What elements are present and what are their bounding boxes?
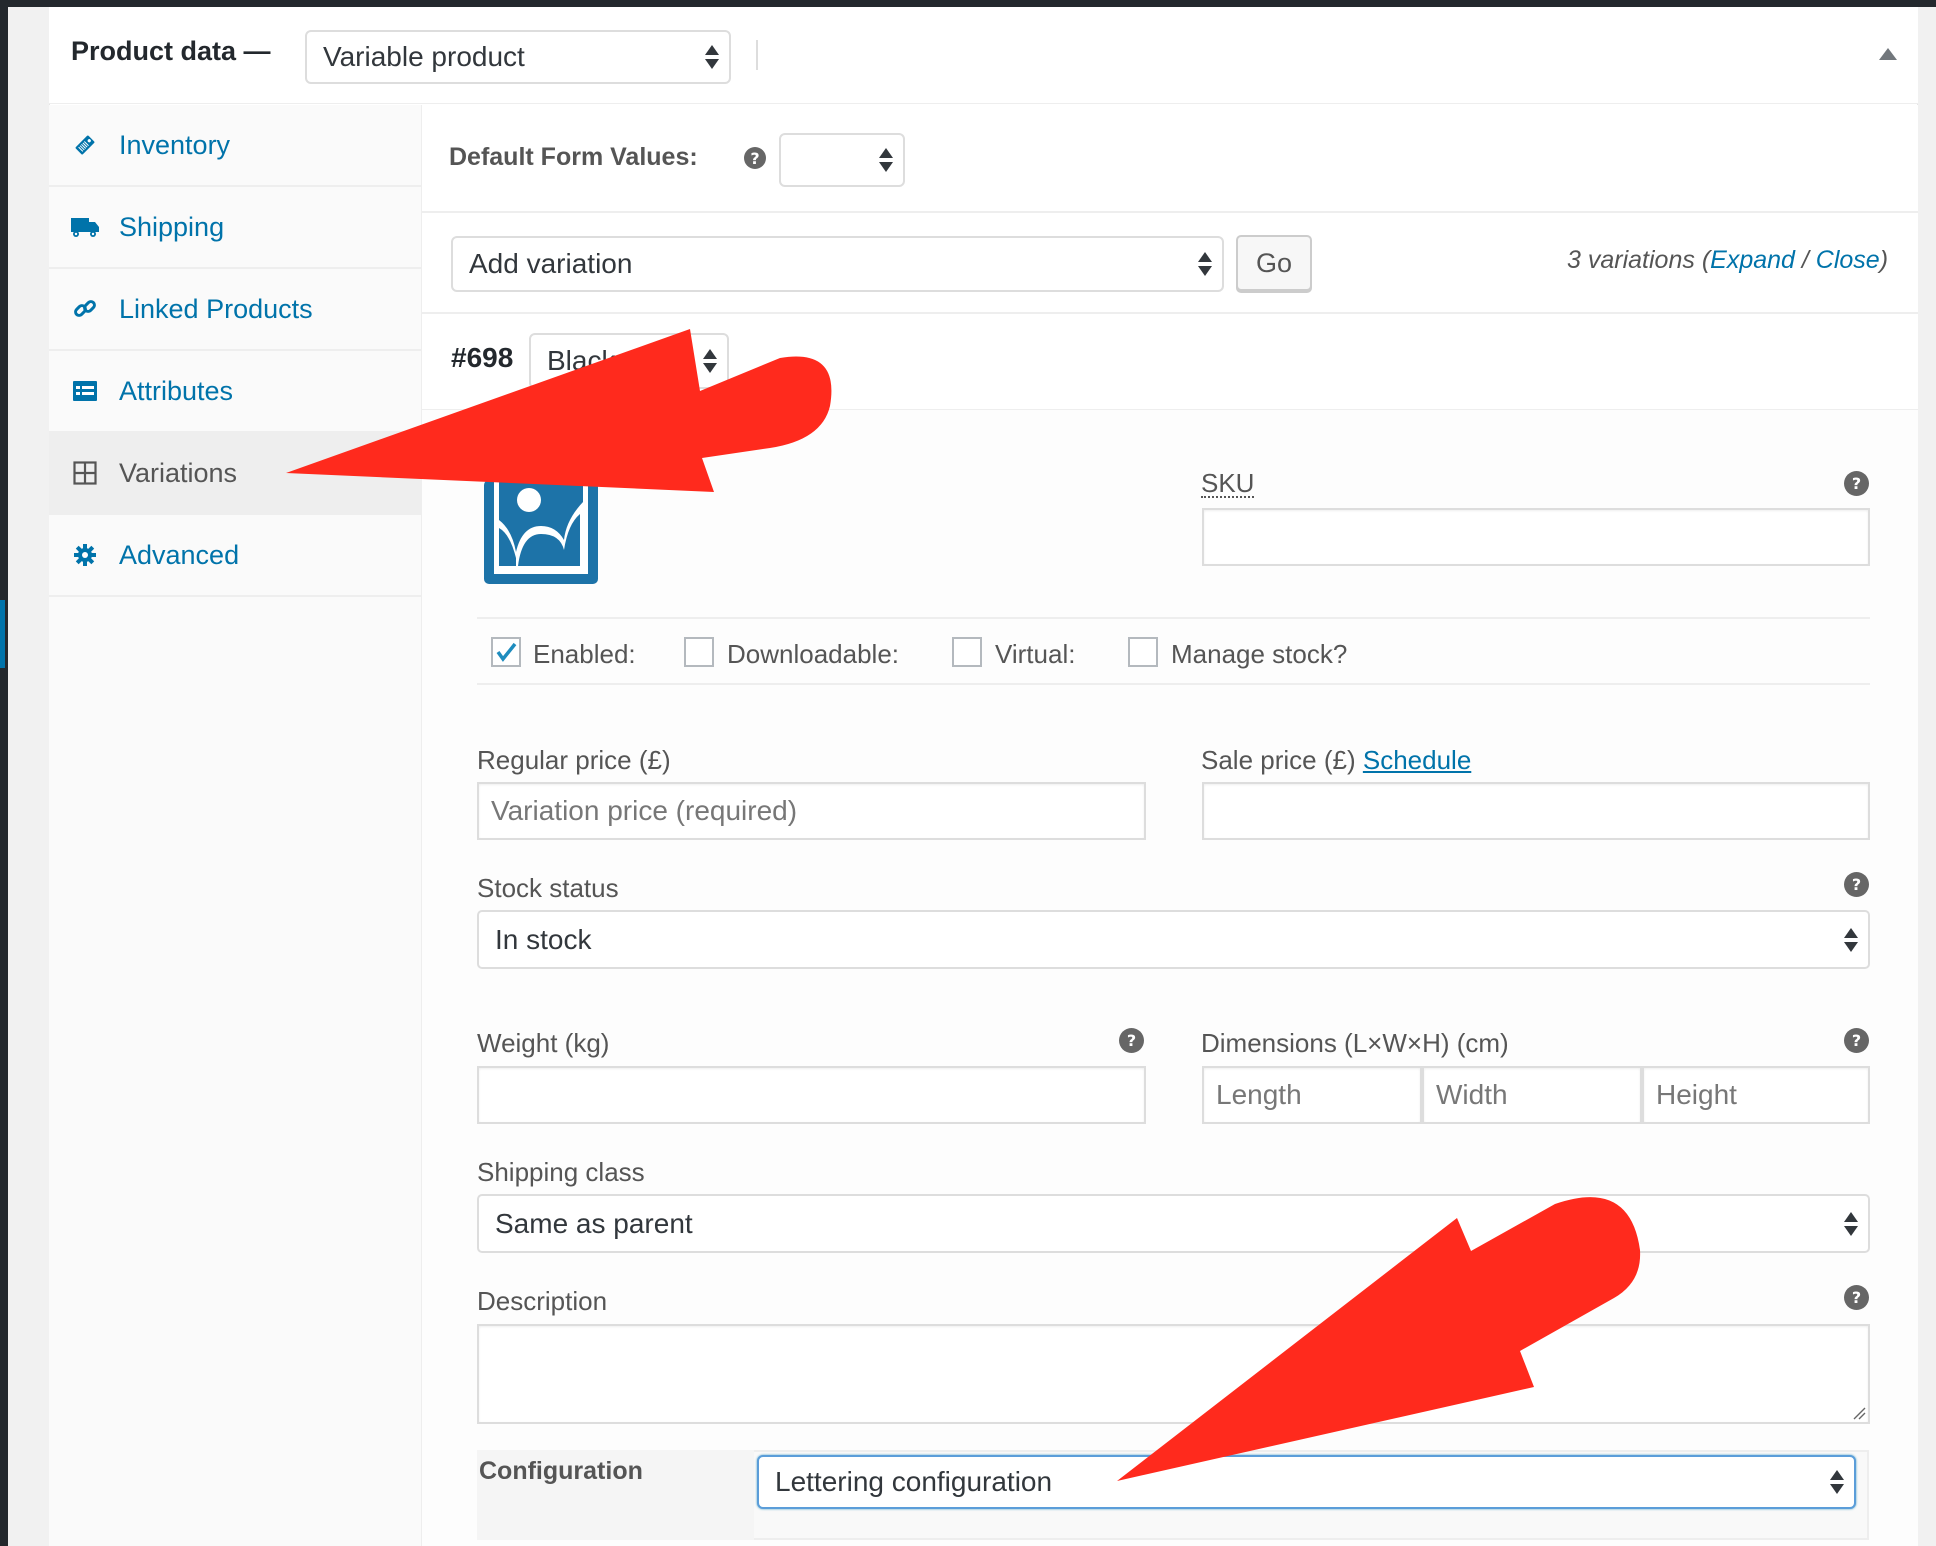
admin-top-bar	[0, 0, 1936, 7]
tab-advanced[interactable]: Advanced	[49, 515, 422, 597]
select-arrows-icon	[1844, 926, 1858, 954]
page-right-gutter	[1918, 7, 1936, 1546]
section-divider	[477, 683, 1870, 685]
admin-side-menu-edge	[0, 0, 8, 1546]
product-type-select[interactable]: Variable product	[305, 30, 731, 84]
manage-stock-checkbox[interactable]	[1128, 637, 1158, 667]
link-icon	[71, 295, 99, 323]
select-arrows-icon	[1844, 1210, 1858, 1238]
collapse-panel-toggle-icon[interactable]	[1879, 48, 1897, 60]
separator-slash: /	[1801, 246, 1809, 274]
tab-linked-products[interactable]: Linked Products	[49, 269, 422, 351]
weight-help-icon[interactable]: ?	[1119, 1028, 1144, 1053]
tab-inventory[interactable]: Inventory	[49, 105, 422, 187]
regular-price-input[interactable]: Variation price (required)	[477, 782, 1146, 840]
paren-open: (	[1701, 246, 1711, 274]
variations-count-text: 3 variations (Expand / Close)	[1567, 246, 1888, 275]
list-icon	[71, 377, 99, 405]
go-button[interactable]: Go	[1236, 235, 1312, 291]
close-all-link[interactable]: Close	[1816, 246, 1880, 274]
default-form-values-label: Default Form Values:	[449, 143, 698, 171]
tab-label: Variations	[119, 457, 238, 488]
tab-variations[interactable]: Variations	[49, 433, 422, 515]
select-arrows-icon	[879, 146, 893, 174]
tab-label: Inventory	[119, 129, 231, 160]
description-textarea[interactable]	[477, 1324, 1870, 1424]
sale-price-input[interactable]	[1202, 782, 1870, 840]
paren-close: )	[1879, 246, 1889, 274]
tab-label: Shipping	[119, 211, 225, 242]
downloadable-label: Downloadable:	[727, 639, 900, 669]
stock-status-label: Stock status	[477, 873, 619, 903]
virtual-checkbox[interactable]	[952, 637, 982, 667]
virtual-label: Virtual:	[995, 639, 1076, 669]
description-label: Description	[477, 1286, 608, 1316]
enabled-label: Enabled:	[533, 639, 636, 669]
dimensions-help-icon[interactable]: ?	[1844, 1028, 1869, 1053]
select-arrows-icon	[1198, 250, 1212, 278]
expand-all-link[interactable]: Expand	[1710, 246, 1795, 274]
schedule-link[interactable]: Schedule	[1363, 745, 1471, 775]
shipping-class-label: Shipping class	[477, 1157, 645, 1187]
tab-label: Linked Products	[119, 293, 313, 324]
select-arrows-icon	[1830, 1468, 1844, 1496]
height-input[interactable]: Height	[1642, 1066, 1870, 1124]
variation-image-upload[interactable]	[482, 480, 600, 584]
variation-attribute-select[interactable]: Black	[529, 333, 729, 389]
gear-icon	[71, 541, 99, 569]
page-gutter	[8, 7, 49, 1546]
tab-label: Advanced	[119, 539, 240, 570]
tab-attributes[interactable]: Attributes	[49, 351, 422, 433]
sku-input[interactable]	[1202, 508, 1870, 566]
shipping-class-select[interactable]: Same as parent	[477, 1194, 1870, 1253]
default-form-value-select[interactable]	[779, 133, 905, 187]
help-icon[interactable]: ?	[744, 147, 766, 169]
weight-label: Weight (kg)	[477, 1028, 610, 1058]
downloadable-checkbox[interactable]	[684, 637, 714, 667]
tab-label: Attributes	[119, 375, 234, 406]
description-help-icon[interactable]: ?	[1844, 1285, 1869, 1310]
width-input[interactable]: Width	[1422, 1066, 1642, 1124]
length-input[interactable]: Length	[1202, 1066, 1422, 1124]
tag-icon	[71, 131, 99, 159]
stock-status-help-icon[interactable]: ?	[1844, 872, 1869, 897]
grid-icon	[71, 459, 99, 487]
admin-menu-active-indicator	[0, 600, 5, 668]
product-type-value: Variable product	[323, 41, 525, 72]
header-separator	[756, 40, 758, 70]
product-data-tabs: Inventory Shipping Linked Products Attri…	[49, 105, 422, 1546]
select-arrows-icon	[705, 43, 719, 71]
variations-count: 3 variations	[1567, 246, 1695, 274]
configuration-select[interactable]: Lettering configuration	[757, 1455, 1856, 1509]
stock-status-select[interactable]: In stock	[477, 910, 1870, 969]
resize-handle-icon[interactable]	[1852, 1406, 1866, 1420]
variation-attribute-value: Black	[547, 345, 616, 376]
variation-id: #698	[451, 342, 514, 373]
variation-action-value: Add variation	[469, 248, 633, 279]
checkmark-icon	[496, 642, 517, 662]
shipping-class-value: Same as parent	[495, 1207, 693, 1239]
manage-stock-label: Manage stock?	[1171, 639, 1348, 669]
dimensions-label: Dimensions (L×W×H) (cm)	[1201, 1028, 1509, 1058]
sale-price-label-group: Sale price (£) Schedule	[1201, 745, 1471, 776]
image-placeholder-icon	[484, 480, 598, 584]
sku-help-icon[interactable]: ?	[1844, 471, 1869, 496]
tab-shipping[interactable]: Shipping	[49, 187, 422, 269]
regular-price-label: Regular price (£)	[477, 745, 671, 775]
sale-price-label: Sale price (£)	[1201, 745, 1356, 775]
weight-input[interactable]	[477, 1066, 1146, 1124]
section-divider	[477, 617, 1870, 619]
variation-action-select[interactable]: Add variation	[451, 236, 1224, 292]
panel-title: Product data —	[71, 36, 271, 66]
enabled-checkbox[interactable]	[491, 637, 521, 667]
sku-label: SKU	[1201, 468, 1255, 498]
truck-icon	[71, 213, 99, 241]
configuration-label: Configuration	[479, 1457, 643, 1485]
stock-status-value: In stock	[495, 923, 592, 955]
select-arrows-icon	[703, 347, 717, 375]
configuration-value: Lettering configuration	[775, 1466, 1053, 1497]
